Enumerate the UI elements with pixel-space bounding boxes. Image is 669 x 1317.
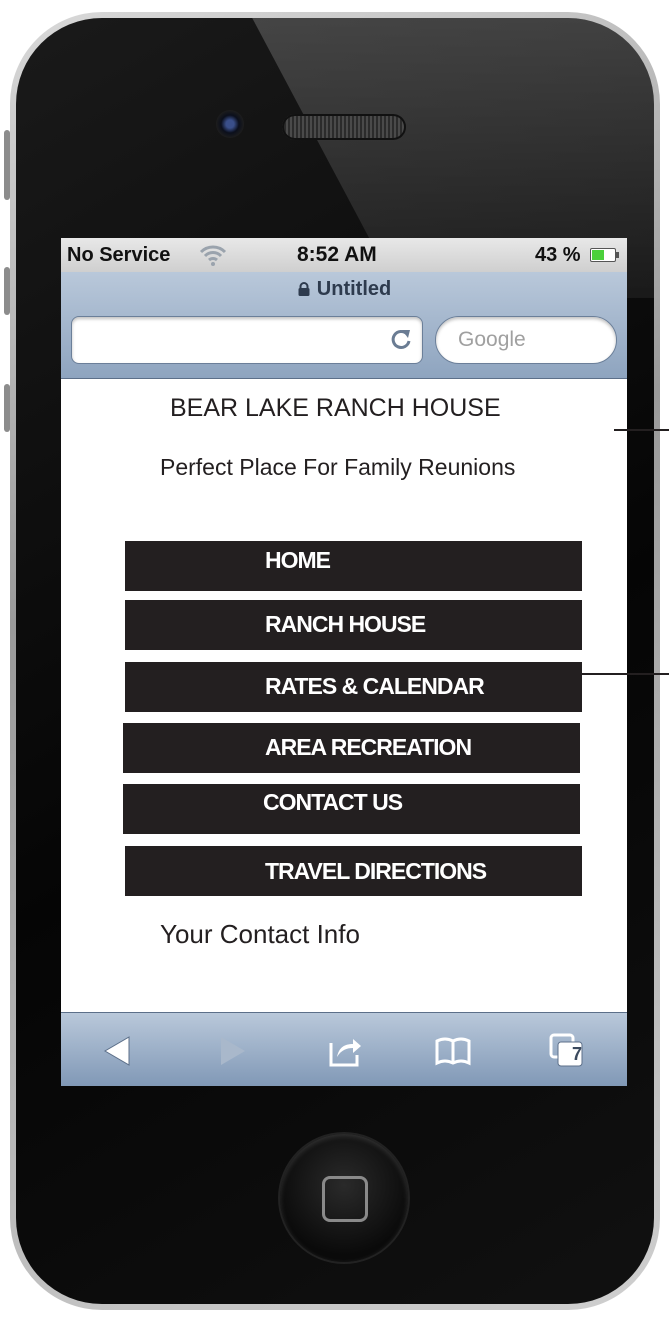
site-title: BEAR LAKE RANCH HOUSE <box>170 394 501 422</box>
back-icon[interactable] <box>99 1031 139 1071</box>
contact-info: Your Contact Info <box>160 919 360 949</box>
carrier-label: No Service <box>67 244 171 266</box>
volume-down-button <box>4 384 10 432</box>
earpiece-speaker <box>282 114 406 140</box>
menu-area-recreation-label: AREA RECREATION <box>265 734 472 760</box>
page-title: Untitled <box>61 278 627 301</box>
search-field[interactable]: Google <box>435 316 617 364</box>
menu-area-recreation-button[interactable]: AREA RECREATION <box>123 723 580 773</box>
lock-icon <box>298 282 310 296</box>
status-bar: No Service 8:52 AM 43 % <box>61 238 627 272</box>
menu-travel-directions-button[interactable]: TRAVEL DIRECTIONS <box>125 846 582 896</box>
browser-toolbar: 7 <box>61 1012 627 1086</box>
menu-contact-us-label: CONTACT US <box>263 789 403 815</box>
forward-icon[interactable] <box>211 1031 251 1071</box>
menu-ranch-house-button[interactable]: RANCH HOUSE <box>125 600 582 650</box>
home-button-square-icon <box>322 1176 368 1222</box>
search-placeholder: Google <box>458 328 526 351</box>
phone-screen: No Service 8:52 AM 43 % Untitled Google … <box>61 238 627 1086</box>
browser-nav-bar: Untitled Google <box>61 272 627 379</box>
menu-rates-calendar-button[interactable]: RATES & CALENDAR <box>125 662 582 712</box>
menu-ranch-house-label: RANCH HOUSE <box>265 611 426 637</box>
reload-icon[interactable] <box>388 326 414 352</box>
wifi-icon <box>199 245 227 266</box>
web-content: BEAR LAKE RANCH HOUSE Perfect Place For … <box>61 379 627 1011</box>
annotation-line-middle <box>582 673 669 675</box>
menu-contact-us-button[interactable]: CONTACT US <box>123 784 580 834</box>
menu-home-label: HOME <box>265 547 331 573</box>
bookmarks-icon[interactable] <box>433 1031 473 1071</box>
menu-travel-directions-label: TRAVEL DIRECTIONS <box>265 858 487 884</box>
mute-switch <box>4 130 10 200</box>
tab-count: 7 <box>572 1044 583 1064</box>
volume-up-button <box>4 267 10 315</box>
annotation-line-top <box>614 429 669 431</box>
battery-icon <box>590 248 619 262</box>
menu-rates-calendar-label: RATES & CALENDAR <box>265 673 485 699</box>
page-title-text: Untitled <box>316 278 392 300</box>
menu-home-button[interactable]: HOME <box>125 541 582 591</box>
front-camera <box>216 110 244 138</box>
battery-percent: 43 % <box>535 244 581 266</box>
address-bar[interactable] <box>71 316 423 364</box>
home-button[interactable] <box>280 1134 408 1262</box>
clock: 8:52 AM <box>297 243 377 266</box>
site-tagline: Perfect Place For Family Reunions <box>160 454 516 480</box>
share-icon[interactable] <box>325 1031 365 1071</box>
